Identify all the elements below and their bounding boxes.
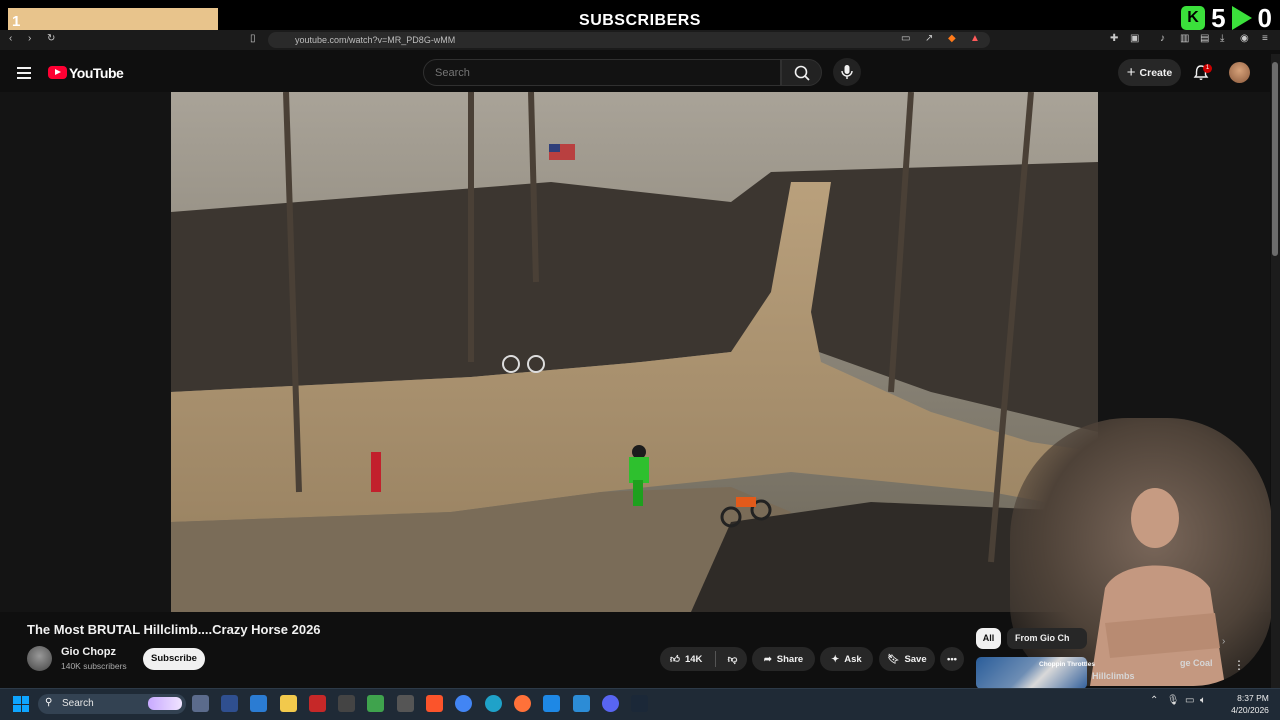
search-button[interactable] [781, 59, 822, 86]
more-actions-button[interactable]: ••• [940, 647, 964, 671]
share-button[interactable]: ➦ Share [752, 647, 815, 671]
create-label: Create [1139, 66, 1173, 79]
channel-avatar[interactable] [27, 646, 52, 671]
voice-search-button[interactable] [833, 58, 861, 86]
like-count: 14K [684, 653, 703, 665]
overlay-count-kick: 5 [1211, 2, 1226, 33]
edge-icon[interactable] [485, 695, 502, 712]
share-label: Share [776, 653, 804, 665]
file-explorer-icon[interactable] [280, 695, 297, 712]
plus-icon: + [1126, 64, 1136, 81]
save-label: Save [904, 653, 927, 665]
chip-from-channel[interactable]: From Gio Ch [1007, 628, 1087, 649]
taskbar-app-icon[interactable] [338, 695, 355, 712]
bookmark-save-icon: 🔖︎ [887, 653, 900, 665]
thumbs-up-icon: 👍︎ [670, 654, 680, 665]
like-divider [715, 651, 716, 667]
overlay-title: SUBSCRIBERS [579, 12, 701, 29]
taskbar-search-label: Search [62, 698, 94, 709]
brave-browser-icon[interactable] [426, 695, 443, 712]
notification-count-badge: 1 [1203, 64, 1212, 73]
microphone-tray-icon[interactable]: 🎙︎ [1167, 695, 1180, 706]
vscode-icon[interactable] [573, 695, 590, 712]
related-video-title[interactable]: Hillclimbs [1092, 671, 1135, 681]
video-title: The Most BRUTAL Hillclimb....Crazy Horse… [27, 622, 321, 637]
related-video-title-partial[interactable]: ge Coal [1180, 658, 1213, 668]
ask-button[interactable]: ✦ Ask [820, 647, 873, 671]
play-icon [1231, 6, 1252, 30]
forward-icon[interactable]: › [28, 33, 31, 44]
install-icon[interactable]: ▭ [901, 33, 910, 44]
overlay-count-play: 0 [1257, 2, 1272, 33]
search-icon [794, 65, 810, 81]
taskbar-app-icon[interactable] [309, 695, 326, 712]
video-player[interactable] [171, 92, 1098, 612]
overlay-counters: K 5 0 [1181, 2, 1272, 33]
kick-icon: K [1181, 6, 1206, 30]
system-tray[interactable]: ⌃ 🎙︎ ▭ 🔈︎ [1150, 695, 1206, 706]
extensions-icon[interactable]: ✚ [1110, 33, 1118, 44]
sparkle-icon: ✦ [831, 653, 840, 665]
subscribe-button[interactable]: Subscribe [143, 648, 205, 670]
firefox-icon[interactable] [514, 695, 531, 712]
chevron-right-icon[interactable]: › [1222, 636, 1225, 647]
volume-icon[interactable]: 🔈︎ [1200, 695, 1206, 706]
microphone-icon [841, 65, 853, 79]
search-highlight-graphic [148, 697, 182, 710]
bookmark-icon[interactable]: ▯ [250, 33, 256, 44]
windows-start-icon[interactable] [13, 696, 29, 712]
search-box[interactable] [423, 59, 781, 86]
channel-name[interactable]: Gio Chopz [61, 646, 116, 658]
video-frame-scene [171, 92, 1098, 612]
search-icon: ⚲ [45, 697, 53, 708]
taskbar-app-icon[interactable] [543, 695, 560, 712]
youtube-logo-text[interactable]: YouTube [69, 65, 124, 81]
browser-menu-icon[interactable]: ≡ [1262, 33, 1268, 44]
taskbar-app-icon[interactable] [250, 695, 267, 712]
tabs-icon[interactable]: ▤ [1200, 33, 1209, 44]
downloads-icon[interactable]: ⤓ [1220, 33, 1224, 44]
sidebar-icon[interactable]: ▥ [1180, 33, 1189, 44]
dislike-button[interactable]: 👎︎ [718, 647, 747, 671]
create-button[interactable]: + Create [1118, 59, 1181, 86]
reload-icon[interactable]: ↻ [47, 33, 55, 44]
brave-shield-icon[interactable]: ◆ [948, 33, 956, 44]
share-page-icon[interactable]: ↗ [925, 33, 933, 44]
taskbar-app-icon[interactable] [397, 695, 414, 712]
more-horizontal-icon: ••• [947, 653, 957, 665]
save-button[interactable]: 🔖︎ Save [879, 647, 935, 671]
related-thumbnail-text: Choppin Throttles [1039, 661, 1095, 668]
ask-label: Ask [844, 653, 862, 665]
chevron-up-icon[interactable]: ⌃ [1150, 695, 1158, 706]
scrollbar-thumb[interactable] [1272, 62, 1278, 256]
search-input[interactable] [424, 60, 780, 85]
chip-all[interactable]: All [976, 628, 1001, 649]
address-bar[interactable]: youtube.com/watch?v=MR_PD8G-wMM [268, 32, 990, 48]
hamburger-menu-icon[interactable] [17, 67, 31, 79]
taskbar-app-icon[interactable] [192, 695, 209, 712]
back-icon[interactable]: ‹ [9, 33, 12, 44]
media-icon[interactable]: ▣ [1130, 33, 1139, 44]
youtube-logo-icon[interactable] [48, 66, 67, 79]
music-icon[interactable]: ♪ [1160, 33, 1165, 44]
account-avatar[interactable] [1229, 62, 1250, 83]
chrome-icon[interactable] [455, 695, 472, 712]
taskbar-app-icon[interactable] [221, 695, 238, 712]
thumbs-down-icon: 👎︎ [727, 654, 738, 665]
taskbar-app-icon[interactable] [367, 695, 384, 712]
rewards-icon[interactable]: ▲ [970, 33, 980, 44]
share-icon: ➦ [763, 653, 772, 665]
discord-icon[interactable] [602, 695, 619, 712]
subscriber-count: 140K subscribers [61, 661, 127, 671]
more-vertical-icon[interactable]: ⋮ [1233, 658, 1245, 672]
network-icon[interactable]: ▭ [1185, 695, 1194, 706]
taskbar-date[interactable]: 4/20/2026 [1228, 705, 1272, 715]
taskbar-time[interactable]: 8:37 PM [1231, 693, 1275, 703]
steam-icon[interactable] [631, 695, 648, 712]
vpn-icon[interactable]: ◉ [1240, 33, 1249, 44]
